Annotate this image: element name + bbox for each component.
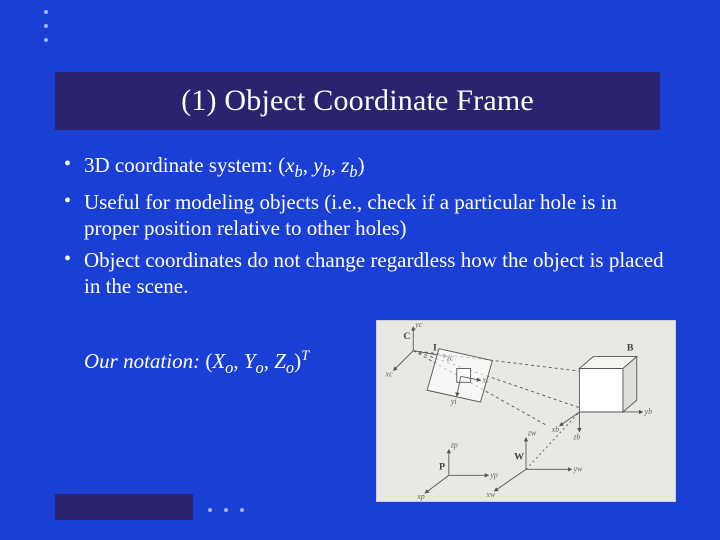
sub: b: [323, 162, 331, 181]
axis-label: zc: [446, 354, 454, 363]
decor-footer-bar: [55, 494, 193, 520]
sep: ,: [303, 153, 314, 177]
dot: [44, 10, 48, 14]
axis-label: xc: [385, 369, 394, 378]
axis-label: xb: [551, 425, 560, 434]
axis-label: xw: [485, 490, 496, 499]
axis-label: yi: [450, 397, 457, 406]
var: X: [212, 349, 225, 373]
title-bar: (1) Object Coordinate Frame: [55, 72, 660, 130]
label-I: I: [433, 343, 437, 354]
bullet-2: Useful for modeling objects (i.e., check…: [60, 189, 670, 242]
sep: ,: [233, 349, 244, 373]
paren: (: [200, 349, 212, 373]
var: x: [285, 153, 294, 177]
slide-title: (1) Object Coordinate Frame: [181, 84, 534, 118]
bullet-1-text: 3D coordinate system: (: [84, 153, 285, 177]
axis-label: zb: [572, 433, 580, 442]
dot: [44, 38, 48, 42]
label-P: P: [439, 461, 445, 472]
slide-body: 3D coordinate system: (xb, yb, zb) Usefu…: [60, 152, 670, 306]
label-C: C: [403, 331, 410, 342]
bullet-3: Object coordinates do not change regardl…: [60, 247, 670, 300]
bullet-1: 3D coordinate system: (xb, yb, zb): [60, 152, 670, 183]
sep: ,: [264, 349, 275, 373]
bullet-1-suffix: ): [358, 153, 365, 177]
notation-lead: Our notation:: [84, 349, 200, 373]
sub: b: [295, 162, 303, 181]
axis-label: xp: [416, 492, 425, 501]
sub: b: [349, 162, 357, 181]
dot: [208, 508, 212, 512]
dot: [224, 508, 228, 512]
axis-label: zw: [527, 429, 537, 438]
sub: o: [286, 358, 294, 377]
sep: ,: [331, 153, 342, 177]
var: y: [313, 153, 322, 177]
axis-label: yw: [572, 464, 583, 473]
label-W: W: [514, 451, 524, 462]
label-B: B: [627, 343, 634, 354]
axis-label: yb: [644, 407, 653, 416]
figure-svg: C I B W P yc zc xc xi yi yb zb xb zw yw …: [377, 321, 675, 501]
dot: [44, 24, 48, 28]
decor-dots-bottom: [208, 508, 244, 512]
axis-label: yp: [489, 470, 498, 479]
var: Y: [244, 349, 256, 373]
axis-label: zp: [450, 441, 458, 450]
sub: o: [256, 358, 264, 377]
coordinate-frames-figure: C I B W P yc zc xc xi yi yb zb xb zw yw …: [376, 320, 676, 502]
var: Z: [274, 349, 286, 373]
decor-dots-top: [44, 10, 48, 42]
axis-label: yc: [414, 321, 423, 329]
axis-label: xi: [481, 375, 488, 384]
sup: T: [301, 348, 309, 364]
dot: [240, 508, 244, 512]
notation-line: Our notation: (Xo, Yo, Zo)T: [84, 348, 309, 378]
